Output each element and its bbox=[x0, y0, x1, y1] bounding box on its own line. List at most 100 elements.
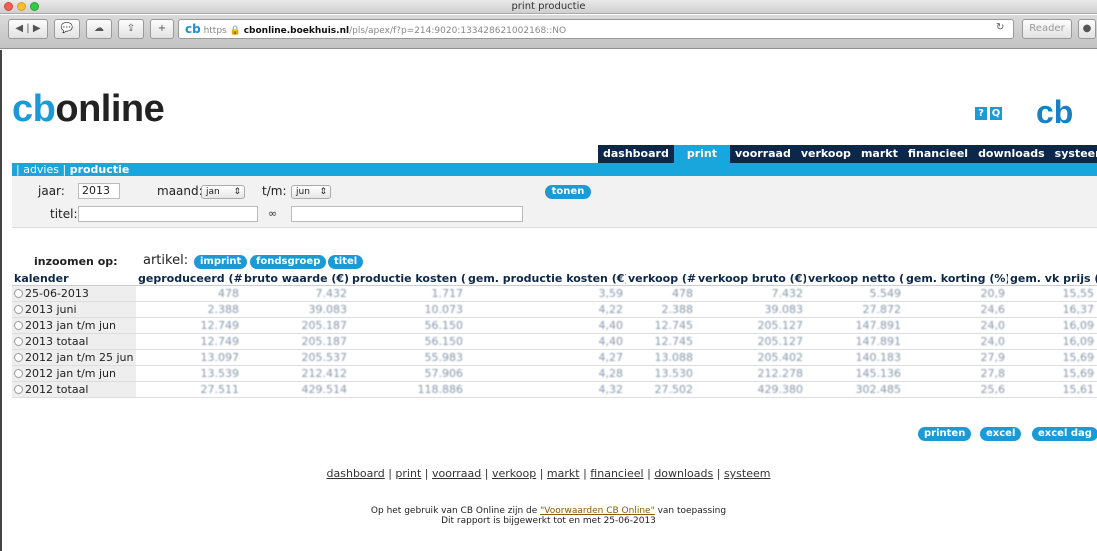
table-row[interactable]: 2012 totaal 27.511 429.514 118.886 4,32 27.50… bbox=[12, 381, 1097, 398]
url-scheme: https bbox=[203, 26, 227, 36]
period-text: 2013 totaal bbox=[25, 335, 89, 348]
back-forward-button[interactable]: ◀ | ▶ bbox=[8, 19, 48, 39]
row-radio-button[interactable] bbox=[14, 321, 23, 330]
column-header[interactable]: gem. productie kosten (€) bbox=[466, 272, 626, 286]
column-header[interactable]: gem. vk prijs (€) bbox=[1008, 272, 1097, 286]
nav-item-downloads[interactable]: downloads bbox=[973, 145, 1050, 163]
tm-label: t/m: bbox=[262, 184, 287, 198]
nav-item-print[interactable]: print bbox=[673, 145, 730, 163]
column-header[interactable]: verkoop bruto (€) bbox=[696, 272, 806, 286]
subnav-item-advies[interactable]: advies bbox=[23, 163, 59, 176]
footer-navigation: dashboard | print | voorraad | verkoop |… bbox=[326, 467, 771, 480]
footer-link-voorraad[interactable]: voorraad bbox=[432, 467, 481, 480]
nav-item-markt[interactable]: markt bbox=[856, 145, 903, 163]
table-cell: 147.891 bbox=[806, 333, 904, 350]
table-row[interactable]: 2013 totaal 12.749 205.187 56.150 4,40 12.745… bbox=[12, 333, 1097, 350]
footer-link-markt[interactable]: markt bbox=[547, 467, 580, 480]
table-cell: 1.717 bbox=[350, 285, 466, 302]
address-bar[interactable]: cb https 🔒 cbonline.boekhuis.nl/pls/apex… bbox=[178, 19, 1014, 39]
table-cell: 118.886 bbox=[350, 381, 466, 398]
tm-select[interactable]: jun ⇕ bbox=[291, 185, 331, 199]
subnav-item-productie[interactable]: productie bbox=[70, 163, 130, 176]
search-icon[interactable]: Q bbox=[990, 107, 1002, 120]
row-radio-button[interactable] bbox=[14, 353, 23, 362]
footer-link-financieel[interactable]: financieel bbox=[590, 467, 643, 480]
select-arrows-icon: ⇕ bbox=[233, 187, 241, 197]
table-row[interactable]: 2012 jan t/m 25 jun 13.097 205.537 55.983 4,… bbox=[12, 349, 1097, 366]
table-row[interactable]: 2012 jan t/m jun 13.539 212.412 57.906 4,28 1… bbox=[12, 365, 1097, 382]
footer-link-print[interactable]: print bbox=[395, 467, 421, 480]
cbonline-logo[interactable]: cbonline bbox=[12, 88, 165, 131]
back-icon[interactable]: ◀ bbox=[15, 23, 23, 34]
excel-button[interactable]: excel bbox=[980, 427, 1022, 441]
table-cell: 212.412 bbox=[242, 365, 350, 382]
window-title: print productie bbox=[511, 1, 586, 12]
titel-label: titel: bbox=[50, 207, 78, 221]
table-cell: 205.127 bbox=[696, 333, 806, 350]
excel-dag-button[interactable]: excel dag bbox=[1032, 427, 1097, 441]
table-cell: 39.083 bbox=[242, 301, 350, 318]
jaar-input[interactable]: 2013 bbox=[78, 183, 120, 199]
table-cell: 205.187 bbox=[242, 317, 350, 334]
title-search-input[interactable] bbox=[291, 206, 523, 222]
period-text: 25-06-2013 bbox=[25, 287, 89, 300]
table-cell: 13.539 bbox=[136, 365, 242, 382]
column-header[interactable]: geproduceerd (#) bbox=[136, 272, 242, 286]
zoom-titel-button[interactable]: titel bbox=[328, 255, 364, 269]
share-icon[interactable]: ⇪ bbox=[118, 19, 144, 39]
footer-link-dashboard[interactable]: dashboard bbox=[327, 467, 385, 480]
printen-button[interactable]: printen bbox=[918, 427, 972, 441]
nav-item-verkoop[interactable]: verkoop bbox=[796, 145, 856, 163]
column-header[interactable]: bruto waarde (€) bbox=[242, 272, 350, 286]
nav-item-dashboard[interactable]: dashboard bbox=[598, 145, 674, 163]
sub-navigation: | advies | productie bbox=[12, 163, 1097, 176]
column-header[interactable]: productie kosten (€) bbox=[350, 272, 466, 286]
terms-link[interactable]: "Voorwaarden CB Online" bbox=[540, 506, 655, 516]
table-cell: 39.083 bbox=[696, 301, 806, 318]
table-cell: 20,9 bbox=[904, 285, 1008, 302]
forward-icon[interactable]: ▶ bbox=[33, 23, 41, 34]
nav-item-systeem[interactable]: systeem bbox=[1050, 145, 1097, 163]
extension-icon[interactable]: ● bbox=[1078, 19, 1096, 39]
column-header[interactable]: verkoop netto (€) bbox=[806, 272, 904, 286]
footer-link-downloads[interactable]: downloads bbox=[654, 467, 713, 480]
jaar-label: jaar: bbox=[38, 184, 65, 198]
help-icon[interactable]: ? bbox=[975, 107, 987, 120]
zoom-fondsgroep-button[interactable]: fondsgroep bbox=[250, 255, 327, 269]
titel-input[interactable] bbox=[78, 206, 258, 222]
row-radio-button[interactable] bbox=[14, 385, 23, 394]
row-radio-button[interactable] bbox=[14, 337, 23, 346]
footer-link-verkoop[interactable]: verkoop bbox=[492, 467, 536, 480]
reader-button[interactable]: Reader bbox=[1022, 19, 1072, 39]
table-cell: 13.097 bbox=[136, 349, 242, 366]
table-cell: 16,09 bbox=[1008, 317, 1097, 334]
table-cell: 3,59 bbox=[466, 285, 626, 302]
period-text: 2012 totaal bbox=[25, 383, 89, 396]
table-cell: 27,9 bbox=[904, 349, 1008, 366]
table-cell: 302.485 bbox=[806, 381, 904, 398]
row-radio-button[interactable] bbox=[14, 369, 23, 378]
table-cell: 212.278 bbox=[696, 365, 806, 382]
table-cell: 13.088 bbox=[626, 349, 696, 366]
nav-item-financieel[interactable]: financieel bbox=[903, 145, 973, 163]
table-row[interactable]: 2013 juni 2.388 39.083 10.073 4,22 2.388 39.08… bbox=[12, 301, 1097, 318]
column-header[interactable]: verkoop (#) bbox=[626, 272, 696, 286]
cloud-icon[interactable]: ☁ bbox=[86, 19, 112, 39]
main-navigation: dashboard print voorraad verkoop markt f… bbox=[598, 145, 1097, 163]
table-row[interactable]: 25-06-2013 478 7.432 1.717 3,59 478 7.432 5.549… bbox=[12, 285, 1097, 302]
column-header[interactable]: gem. korting (%) bbox=[904, 272, 1008, 286]
footer-link-systeem[interactable]: systeem bbox=[724, 467, 771, 480]
table-row[interactable]: 2013 jan t/m jun 12.749 205.187 56.150 4,40 1… bbox=[12, 317, 1097, 334]
row-radio-button[interactable] bbox=[14, 305, 23, 314]
maand-select[interactable]: jan ⇕ bbox=[201, 185, 245, 199]
table-cell: 205.537 bbox=[242, 349, 350, 366]
zoom-imprint-button[interactable]: imprint bbox=[194, 255, 248, 269]
new-tab-button[interactable]: + bbox=[150, 19, 174, 39]
tonen-button[interactable]: tonen bbox=[545, 185, 591, 199]
binoculars-icon[interactable]: ∞ bbox=[268, 207, 277, 220]
nav-item-voorraad[interactable]: voorraad bbox=[730, 145, 796, 163]
row-radio-button[interactable] bbox=[14, 289, 23, 298]
table-cell: 27.511 bbox=[136, 381, 242, 398]
speech-bubble-icon[interactable]: 💬 bbox=[54, 19, 80, 39]
column-header[interactable]: kalender bbox=[12, 272, 136, 286]
